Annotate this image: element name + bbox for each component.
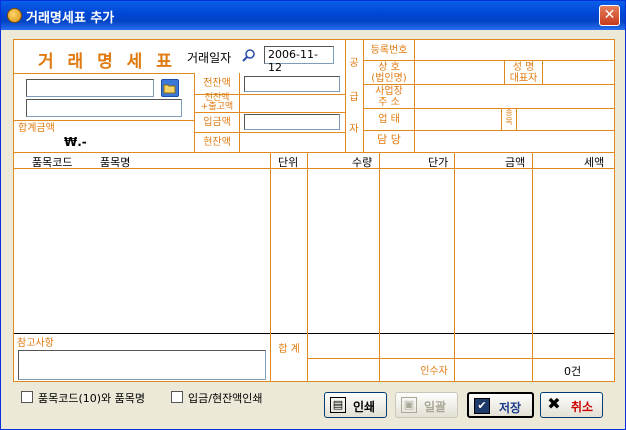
date-label: 거래일자 xyxy=(187,51,232,65)
opt-itemcode-label: 품목코드(10)와 품목명 xyxy=(38,392,146,405)
check-icon: ✔ xyxy=(474,398,490,414)
sup-row-3 xyxy=(363,108,614,109)
header-divider xyxy=(14,152,614,153)
table-bottom-line xyxy=(14,333,614,334)
window-title: 거래명세표 추가 xyxy=(26,11,115,26)
sum-label: 합 계 xyxy=(278,344,300,355)
business-label: 업 태 xyxy=(378,114,400,125)
batch-button[interactable]: ▣ 일괄 xyxy=(395,392,458,418)
item-label: 종목 xyxy=(505,108,513,126)
deposit-label: 입금액 xyxy=(203,117,231,128)
search-icon[interactable] xyxy=(242,48,256,62)
col-tax[interactable]: 세액 xyxy=(584,154,604,170)
col-sep-1 xyxy=(270,152,271,382)
address-label: 사업장 주 소 xyxy=(375,86,403,108)
sup-col-name-r xyxy=(542,60,543,84)
col-sep-4 xyxy=(454,152,455,382)
col-sep-2 xyxy=(307,152,308,382)
app-icon xyxy=(7,8,22,23)
sup-col-item-r xyxy=(516,108,517,130)
col-item-name[interactable]: 품목명 xyxy=(100,154,130,170)
total-divider xyxy=(14,120,194,121)
dialog-window: 거래명세표 추가 ✕ 거 래 명 세 표 거래일자 2006-11-12 합계금… xyxy=(0,0,626,430)
prev-balance-field[interactable] xyxy=(244,76,340,92)
ceo-label: 성 명 대표자 xyxy=(509,62,538,84)
bal-col xyxy=(239,73,240,152)
title-bar: 거래명세표 추가 ✕ xyxy=(1,1,625,30)
bal-row-3 xyxy=(194,132,345,133)
printer-icon: ▤ xyxy=(330,397,346,413)
sup-row-2 xyxy=(363,84,614,85)
left-divider xyxy=(14,73,194,74)
sup-row-1 xyxy=(363,60,614,61)
print-button[interactable]: ▤ 인쇄 xyxy=(324,392,387,418)
supplier-divider xyxy=(345,40,346,152)
item-count: 0건 xyxy=(564,365,582,378)
bal-row-2 xyxy=(194,112,345,113)
supplier-char-3: 자 xyxy=(349,124,359,135)
col-amount[interactable]: 금액 xyxy=(505,154,525,170)
opt-deposit-checkbox[interactable] xyxy=(171,391,183,403)
batch-icon: ▣ xyxy=(401,397,417,413)
col-unit-price[interactable]: 단가 xyxy=(428,154,448,170)
doc-heading: 거 래 명 세 표 xyxy=(38,52,176,72)
contact-label: 담 당 xyxy=(377,133,401,146)
receiver-label: 인수자 xyxy=(420,366,448,377)
remarks-label: 참고사항 xyxy=(17,338,54,349)
company-label: 상 호 (법인명) xyxy=(371,62,407,84)
close-icon[interactable]: ✕ xyxy=(599,5,620,26)
sup-col-2 xyxy=(414,40,415,152)
deposit-field[interactable] xyxy=(244,114,340,130)
prev-plus-label: 전잔액 +출고액 xyxy=(200,93,234,112)
col-unit[interactable]: 단위 xyxy=(278,154,298,170)
footer-row xyxy=(307,358,614,359)
col-sep-5 xyxy=(532,152,533,382)
folder-open-icon[interactable] xyxy=(161,79,179,97)
cancel-button[interactable]: ✖ 취소 xyxy=(540,392,603,418)
col-quantity[interactable]: 수량 xyxy=(352,154,372,170)
save-button[interactable]: ✔ 저장 xyxy=(467,392,534,418)
remarks-field[interactable] xyxy=(18,350,266,380)
supplier-char-1: 공 xyxy=(349,58,359,69)
opt-itemcode-checkbox[interactable] xyxy=(21,391,33,403)
cancel-icon: ✖ xyxy=(547,394,561,413)
col-sep-3 xyxy=(379,152,380,382)
customer-name-field[interactable] xyxy=(26,99,182,117)
supplier-char-2: 급 xyxy=(349,92,359,103)
date-field[interactable]: 2006-11-12 xyxy=(264,46,334,74)
opt-deposit-label: 입금/현잔액인쇄 xyxy=(188,392,263,405)
prev-balance-label: 전잔액 xyxy=(203,78,231,89)
total-label: 합계금액 xyxy=(18,123,55,134)
sup-row-4 xyxy=(363,130,614,131)
customer-code-field[interactable] xyxy=(26,79,154,97)
current-balance-label: 현잔액 xyxy=(203,137,231,148)
invoice-form: 거 래 명 세 표 거래일자 2006-11-12 합계금액 ₩.- 전잔액 전… xyxy=(13,39,615,382)
total-value: ₩.- xyxy=(64,135,87,149)
reg-no-label: 등록번호 xyxy=(370,45,408,56)
col-item-code[interactable]: 품목코드 xyxy=(32,154,72,170)
